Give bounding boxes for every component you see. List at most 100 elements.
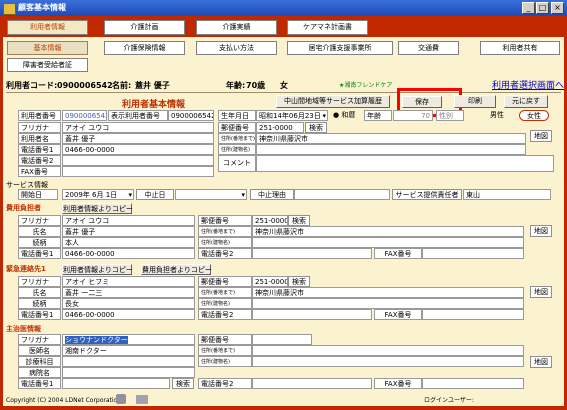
emergency-map-button[interactable]: 地図	[530, 286, 552, 298]
age-field: 70	[393, 110, 433, 121]
payer-relation-field[interactable]: 本人	[62, 237, 195, 248]
doctor-address1-field[interactable]	[252, 345, 524, 356]
payer-postal-search-button[interactable]: 検索	[288, 215, 310, 226]
emergency-relation-field[interactable]: 長女	[62, 298, 195, 309]
user-code-label: 利用者コード:	[6, 81, 58, 90]
maximize-button[interactable]: □	[536, 2, 549, 14]
emergency-postal-label: 郵便番号	[198, 276, 252, 287]
emergency-phone2-field[interactable]	[252, 309, 372, 320]
subtab-user-share[interactable]: 利用者共有	[480, 41, 560, 55]
emergency-copy-user-button[interactable]: 利用者情報よりコピー	[62, 264, 133, 275]
window-title: 顧客基本情報	[18, 3, 66, 12]
payer-fax-field[interactable]	[422, 248, 524, 259]
display-id-field[interactable]: 0900006542	[168, 110, 214, 121]
emergency-phone1-field[interactable]: 0466-00-0000	[62, 309, 195, 320]
subtab-support-office[interactable]: 居宅介護支援事業所	[287, 41, 393, 55]
service-history-button[interactable]: 中山間地域等サービス加算履歴	[276, 95, 390, 108]
female-option[interactable]: 女性	[519, 110, 549, 121]
subtab-payment[interactable]: 支払い方法	[196, 41, 277, 55]
furigana-field[interactable]: アオイ ユウコ	[62, 122, 214, 133]
hospital-field[interactable]	[62, 367, 195, 378]
close-button[interactable]: ×	[551, 2, 564, 14]
doctor-map-button[interactable]: 地図	[530, 356, 552, 368]
tab-caremanager-plan[interactable]: ケアマネ計画書	[287, 20, 368, 35]
phone1-label: 電話番号1	[18, 144, 61, 155]
subtab-transport[interactable]: 交通費	[398, 41, 459, 55]
birth-date-field[interactable]: 昭和14年06月23日	[256, 110, 328, 121]
doctor-furigana-label: フリガナ	[18, 334, 61, 345]
emergency-furigana-field[interactable]: アオイ ヒフミ	[62, 276, 195, 287]
payer-phone2-field[interactable]	[252, 248, 372, 259]
payer-phone1-field[interactable]: 0466-00-0000	[62, 248, 195, 259]
user-select-link[interactable]: 利用者選択画面へ	[492, 80, 564, 92]
phone2-field[interactable]	[62, 155, 214, 166]
phone1-field[interactable]: 0466-00-0000	[62, 144, 214, 155]
display-id-label: 表示利用者番号	[108, 110, 168, 121]
facility-label: ★湘南フレンドケア	[339, 82, 393, 89]
doctor-postal-field[interactable]	[252, 334, 312, 345]
emergency-copy-payer-button[interactable]: 費用負担者よりコピー	[141, 264, 212, 275]
doctor-name-field[interactable]: 湘南ドクター	[62, 345, 195, 356]
start-date-field[interactable]: 2009年 6月 1日	[62, 189, 134, 200]
doctor-address2-field[interactable]	[252, 356, 524, 367]
stop-date-field[interactable]	[175, 189, 247, 200]
login-user-label: ログインユーザー:	[424, 397, 474, 404]
tab-care-plan[interactable]: 介護計画	[104, 20, 185, 35]
doctor-furigana-field[interactable]: ショウナンドクター	[62, 334, 195, 345]
doctor-fax-label: FAX番号	[374, 378, 422, 389]
payer-name-field[interactable]: 蓋井 優子	[62, 226, 195, 237]
emergency-postal-field[interactable]: 251-0000	[252, 276, 288, 287]
male-option[interactable]: 男性	[490, 110, 504, 120]
address1-field[interactable]: 神奈川県藤沢市	[256, 133, 526, 144]
minimize-button[interactable]: _	[522, 2, 535, 14]
tab-user-info[interactable]: 利用者情報	[7, 20, 88, 35]
map-button[interactable]: 地図	[530, 130, 552, 142]
doctor-postal-label: 郵便番号	[198, 334, 252, 345]
tab-care-record[interactable]: 介護実績	[196, 20, 277, 35]
doctor-dept-label: 診療科目	[18, 356, 61, 367]
emergency-name-label: 氏名	[18, 287, 61, 298]
comment-field[interactable]	[256, 155, 554, 172]
birth-date-label: 生年月日	[218, 110, 256, 121]
user-id-field[interactable]: 0900006542	[62, 110, 107, 121]
doctor-title: 主治医情報	[6, 325, 41, 333]
payer-furigana-field[interactable]: アオイ ユウコ	[62, 215, 195, 226]
payer-address2-field[interactable]	[252, 237, 524, 248]
doctor-fax-field[interactable]	[422, 378, 524, 389]
user-name-field[interactable]: 蓋井 優子	[62, 133, 214, 144]
payer-copy-button[interactable]: 利用者情報よりコピー	[62, 203, 133, 214]
payer-phone1-label: 電話番号1	[18, 248, 61, 259]
subtab-basic[interactable]: 基本情報	[7, 41, 88, 55]
address2-field[interactable]	[256, 144, 526, 155]
payer-address2-label: 住所(建物名)	[198, 237, 252, 248]
subtab-insurance[interactable]: 介護保険情報	[104, 41, 185, 55]
doctor-phone2-field[interactable]	[252, 378, 372, 389]
emergency-address1-field[interactable]: 神奈川県藤沢市	[252, 287, 524, 298]
postal-search-button[interactable]: 検索	[305, 122, 327, 133]
emergency-name-field[interactable]: 蓋井 一二三	[62, 287, 195, 298]
basic-info-title: 利用者基本情報	[122, 100, 186, 110]
stop-reason-field[interactable]	[294, 189, 390, 200]
subtab-disability-cert[interactable]: 障害者受給者証	[7, 58, 88, 72]
doctor-name-label: 医師名	[18, 345, 61, 356]
payer-postal-label: 郵便番号	[198, 215, 252, 226]
stop-reason-label: 中止理由	[250, 189, 294, 200]
postal-field[interactable]: 251-0000	[256, 122, 304, 133]
fax-field[interactable]	[62, 166, 214, 177]
emergency-fax-field[interactable]	[422, 309, 524, 320]
doctor-phone1-field[interactable]	[62, 378, 170, 389]
payer-address1-field[interactable]: 神奈川県藤沢市	[252, 226, 524, 237]
era-radio[interactable]: ● 和暦	[333, 110, 355, 120]
payer-map-button[interactable]: 地図	[530, 225, 552, 237]
print-button[interactable]: 印刷	[454, 95, 496, 108]
doctor-dept-field[interactable]	[62, 356, 195, 367]
era-radio-label: 和暦	[341, 111, 356, 119]
window-titlebar: 顧客基本情報	[0, 0, 567, 16]
doctor-phone-search-button[interactable]: 検索	[172, 378, 194, 389]
emergency-address2-field[interactable]	[252, 298, 524, 309]
provider-field[interactable]: 東山	[463, 189, 551, 200]
undo-button[interactable]: 元に戻す	[504, 95, 548, 108]
payer-postal-field[interactable]: 251-0000	[252, 215, 288, 226]
payer-name-label: 氏名	[18, 226, 61, 237]
emergency-postal-search-button[interactable]: 検索	[288, 276, 310, 287]
